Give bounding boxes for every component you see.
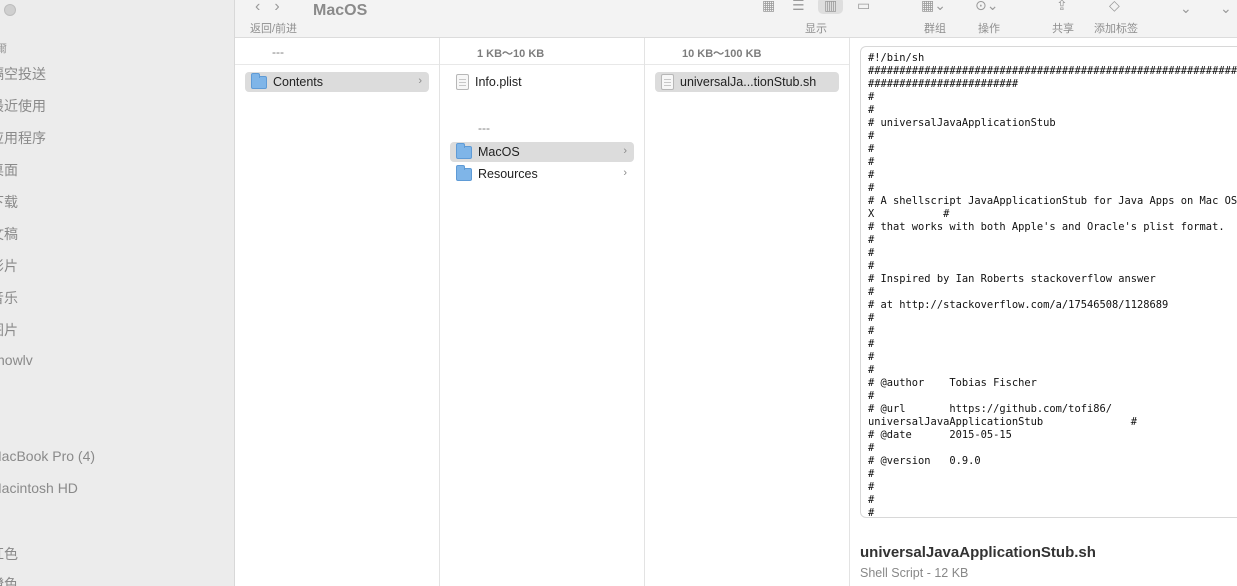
sidebar-item-movies[interactable]: 影片 bbox=[0, 256, 18, 276]
sidebar-item-home[interactable]: snowlv bbox=[0, 352, 33, 368]
list-item[interactable]: universalJa...tionStub.sh bbox=[655, 72, 839, 92]
back-button[interactable]: ‹ bbox=[255, 0, 274, 15]
list-view-icon[interactable]: ☰ bbox=[792, 0, 805, 14]
sidebar-item-tag-red[interactable]: 红色 bbox=[0, 544, 18, 564]
sidebar-section-heading: 爾 bbox=[0, 40, 7, 56]
list-item[interactable]: Contents › bbox=[245, 72, 429, 92]
column-1: --- Contents › bbox=[235, 38, 440, 586]
icon-view-icon[interactable]: ▦ bbox=[762, 0, 775, 14]
folder-icon bbox=[456, 142, 472, 159]
item-name: Resources bbox=[478, 167, 538, 181]
chevron-right-icon: › bbox=[418, 75, 422, 87]
finder-window: 爾 隔空投送 最近使用 应用程序 桌面 下载 文稿 影片 音乐 图片 snowl… bbox=[0, 0, 1237, 586]
column-header: --- bbox=[272, 45, 284, 59]
column-view-icon[interactable]: ▥ bbox=[818, 0, 844, 14]
gallery-view-icon[interactable]: ▭ bbox=[857, 0, 870, 14]
column-header: 1 KB～10 KB bbox=[477, 48, 545, 60]
sidebar-item-desktop[interactable]: 桌面 bbox=[0, 160, 18, 180]
list-item[interactable]: Info.plist bbox=[450, 72, 634, 92]
column-header: 10 KB～100 KB bbox=[682, 48, 762, 60]
chevron-down-icon[interactable]: ⌄ bbox=[1180, 0, 1192, 17]
folder-icon bbox=[251, 72, 267, 89]
group-label: 群组 bbox=[924, 23, 946, 35]
window-close-button[interactable] bbox=[4, 4, 16, 16]
item-name: MacOS bbox=[478, 145, 520, 159]
tag-label: 添加标签 bbox=[1094, 23, 1138, 35]
code-text: #!/bin/sh ##############################… bbox=[868, 52, 1237, 518]
document-icon bbox=[456, 74, 469, 90]
sidebar-item-recents[interactable]: 最近使用 bbox=[0, 96, 46, 116]
window-title: MacOS bbox=[313, 2, 368, 19]
sidebar-item-airdrop[interactable]: 隔空投送 bbox=[0, 64, 46, 84]
list-item[interactable]: MacOS › bbox=[450, 142, 634, 162]
code-preview[interactable]: #!/bin/sh ##############################… bbox=[860, 46, 1237, 518]
sidebar-item-macbook[interactable]: MacBook Pro (4) bbox=[0, 448, 95, 464]
item-name: Contents bbox=[273, 75, 324, 89]
document-icon bbox=[661, 74, 674, 90]
toolbar: ‹› 返回/前进 MacOS ▦ ☰ ▥ ▭ 显示 ▦⌄ 群组 ⊙⌄ 操作 ⇪ … bbox=[235, 0, 1237, 38]
sidebar-item-music[interactable]: 音乐 bbox=[0, 288, 18, 308]
nav-label: 返回/前进 bbox=[250, 23, 298, 35]
group-icon[interactable]: ▦⌄ bbox=[921, 0, 946, 14]
preview-file-meta: Shell Script - 12 KB bbox=[860, 566, 969, 580]
chevron-right-icon: › bbox=[623, 145, 627, 157]
item-name: Info.plist bbox=[475, 75, 522, 89]
chevron-down-icon[interactable]: ⌄ bbox=[1220, 0, 1232, 17]
column-3: 10 KB～100 KB universalJa...tionStub.sh bbox=[645, 38, 850, 586]
folder-icon bbox=[456, 164, 472, 181]
preview-pane: #!/bin/sh ##############################… bbox=[850, 38, 1237, 586]
share-icon[interactable]: ⇪ bbox=[1056, 0, 1068, 14]
list-item[interactable]: Resources › bbox=[450, 164, 634, 184]
nav-buttons: ‹› bbox=[255, 0, 294, 16]
sidebar: 爾 隔空投送 最近使用 应用程序 桌面 下载 文稿 影片 音乐 图片 snowl… bbox=[0, 0, 235, 586]
sidebar-item-downloads[interactable]: 下载 bbox=[0, 192, 18, 212]
column-subheader: --- bbox=[478, 121, 490, 135]
column-2: 1 KB～10 KB Info.plist --- MacOS › Resour… bbox=[440, 38, 645, 586]
preview-file-name: universalJavaApplicationStub.sh bbox=[860, 544, 1096, 561]
sidebar-item-macintosh-hd[interactable]: Macintosh HD bbox=[0, 480, 78, 496]
chevron-right-icon: › bbox=[623, 167, 627, 179]
sidebar-item-pictures[interactable]: 图片 bbox=[0, 320, 18, 340]
forward-button[interactable]: › bbox=[274, 0, 293, 15]
action-icon[interactable]: ⊙⌄ bbox=[975, 0, 998, 14]
item-name: universalJa...tionStub.sh bbox=[680, 75, 817, 89]
action-label: 操作 bbox=[978, 23, 1000, 35]
sidebar-item-applications[interactable]: 应用程序 bbox=[0, 128, 46, 148]
sidebar-item-tag-orange[interactable]: 橙色 bbox=[0, 574, 18, 586]
sidebar-item-documents[interactable]: 文稿 bbox=[0, 224, 18, 244]
view-label: 显示 bbox=[805, 23, 827, 35]
tag-icon[interactable]: ◇ bbox=[1109, 0, 1120, 14]
share-label: 共享 bbox=[1052, 23, 1074, 35]
